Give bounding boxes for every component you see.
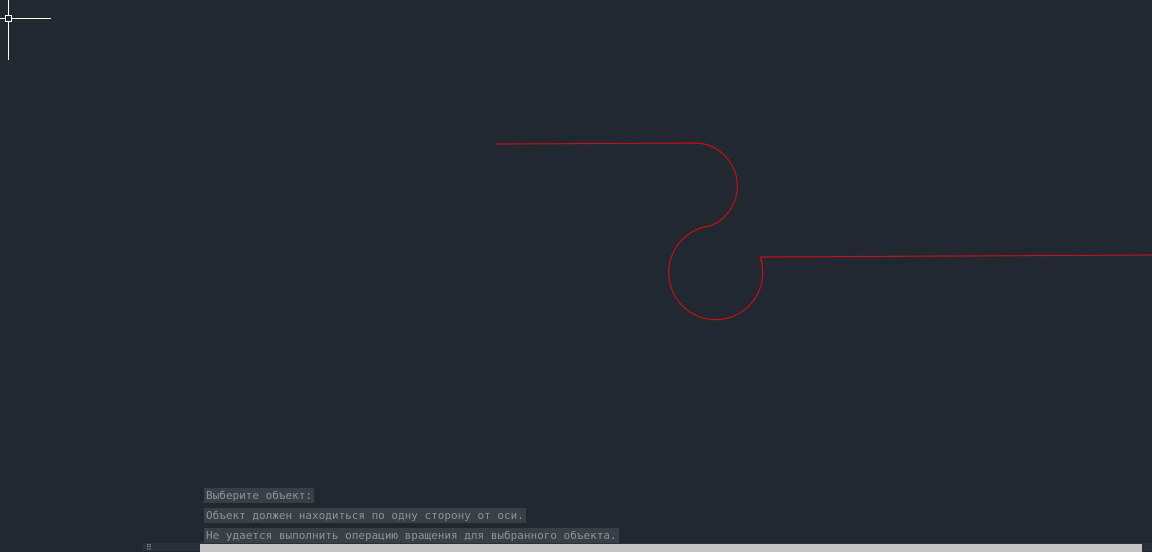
command-history: Выберите объект: Объект должен находитьс… xyxy=(204,484,619,544)
drag-grip-icon[interactable]: ⠿ xyxy=(146,544,152,552)
command-line-bar: ⠿ xyxy=(142,543,1152,552)
profile-polyline[interactable] xyxy=(495,142,1152,321)
crosshair-cursor-icon xyxy=(0,0,51,60)
history-line: Выберите объект: xyxy=(204,488,314,503)
drawing-canvas[interactable] xyxy=(0,0,1152,551)
history-line: Не удается выполнить операцию вращения д… xyxy=(204,528,619,543)
history-line: Объект должен находиться по одну сторону… xyxy=(204,508,526,523)
